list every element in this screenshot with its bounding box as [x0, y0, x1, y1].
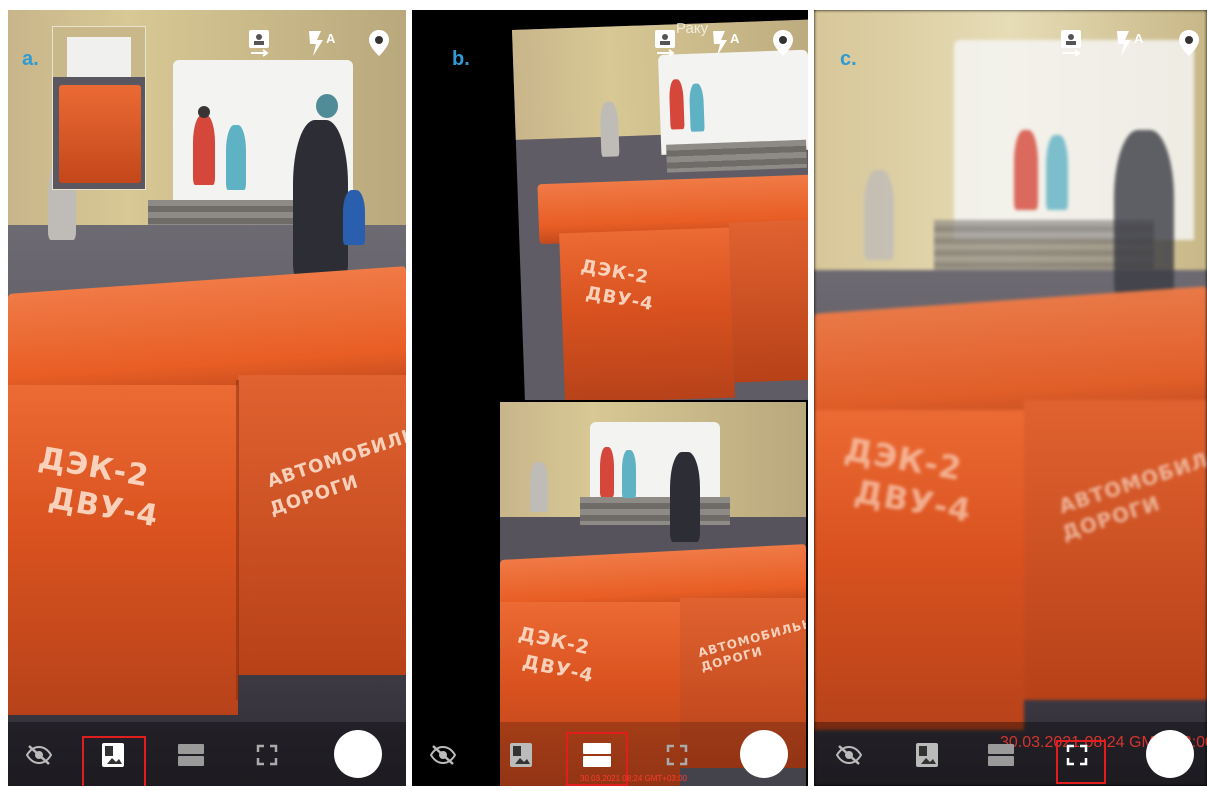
fullscreen-mode-icon[interactable]: [250, 738, 284, 772]
location-pin-icon[interactable]: [1174, 28, 1204, 58]
person-teal-coat: [1046, 135, 1068, 210]
shutter-button[interactable]: [334, 730, 382, 778]
partial-text: Раку: [676, 20, 709, 37]
selected-mode-highlight: [82, 736, 146, 786]
flash-auto-icon[interactable]: A: [1110, 28, 1150, 58]
svg-text:A: A: [730, 31, 740, 46]
person-head: [316, 94, 338, 118]
thumbnail-wall: [67, 37, 131, 77]
bin-front: [8, 385, 238, 715]
camera-switch-icon[interactable]: [244, 28, 274, 58]
person-red-coat: [193, 115, 215, 185]
bin-side: [238, 375, 406, 675]
split-top-frame: ДЭК-2 ДВУ-4: [502, 10, 808, 400]
person-dark-coat: [1114, 130, 1174, 300]
panel-label: a.: [22, 48, 39, 70]
camera-preview-overlay: ДЭК-2 ДВУ-4 АВТОМОБИЛЬНЫЕ ДОРОГИ: [814, 10, 1207, 786]
bin-edge: [236, 380, 239, 700]
location-pin-icon[interactable]: [364, 28, 394, 58]
visibility-off-icon[interactable]: [22, 738, 56, 772]
pip-mode-icon[interactable]: [504, 738, 538, 772]
camera-switch-icon[interactable]: [650, 28, 680, 58]
panel-label: b.: [452, 48, 470, 70]
svg-text:A: A: [326, 31, 336, 46]
thumbnail-bin: [59, 85, 141, 183]
panel-label: c.: [840, 48, 857, 70]
shutter-button[interactable]: [1146, 730, 1194, 778]
pip-thumbnail[interactable]: [52, 26, 146, 190]
timestamp: 30.03.2021 08:24 GMT+03:00: [580, 774, 687, 783]
person-dark-coat: [293, 120, 348, 280]
bin-side: [1024, 400, 1207, 700]
pip-mode-icon[interactable]: [910, 738, 944, 772]
svg-text:A: A: [1134, 31, 1144, 46]
visibility-off-icon[interactable]: [426, 738, 460, 772]
person-teal-coat: [226, 125, 246, 190]
shutter-button[interactable]: [740, 730, 788, 778]
selected-mode-highlight: [1056, 740, 1106, 784]
flash-auto-icon[interactable]: A: [302, 28, 342, 58]
camera-switch-icon[interactable]: [1056, 28, 1086, 58]
person-head: [198, 106, 210, 118]
person-dark-coat: [670, 452, 700, 542]
split-mode-icon[interactable]: [984, 738, 1018, 772]
split-mode-icon[interactable]: [174, 738, 208, 772]
person-left: [599, 101, 620, 157]
panel-a: ДЭК-2 ДВУ-4 АВТОМОБИЛЬНЫЕ ДОРОГИ a. A: [8, 10, 406, 786]
flash-auto-icon[interactable]: A: [706, 28, 746, 58]
bin-side: [728, 218, 808, 383]
person-left: [864, 170, 894, 260]
person-red-coat: [600, 447, 614, 497]
person-left: [530, 462, 548, 512]
person-teal-coat: [622, 450, 636, 498]
panel-c: ДЭК-2 ДВУ-4 АВТОМОБИЛЬНЫЕ ДОРОГИ c. A 30…: [814, 10, 1207, 786]
fullscreen-mode-icon[interactable]: [660, 738, 694, 772]
visibility-off-icon[interactable]: [832, 738, 866, 772]
blue-bag: [343, 190, 365, 245]
location-pin-icon[interactable]: [768, 28, 798, 58]
tilted-photo: ДЭК-2 ДВУ-4: [512, 18, 808, 400]
panel-b: ДЭК-2 ДВУ-4 Раку ДЭК-2 ДВУ-4 АВТОМОБИЛЬН…: [412, 10, 808, 786]
person-red-coat: [1014, 130, 1038, 210]
